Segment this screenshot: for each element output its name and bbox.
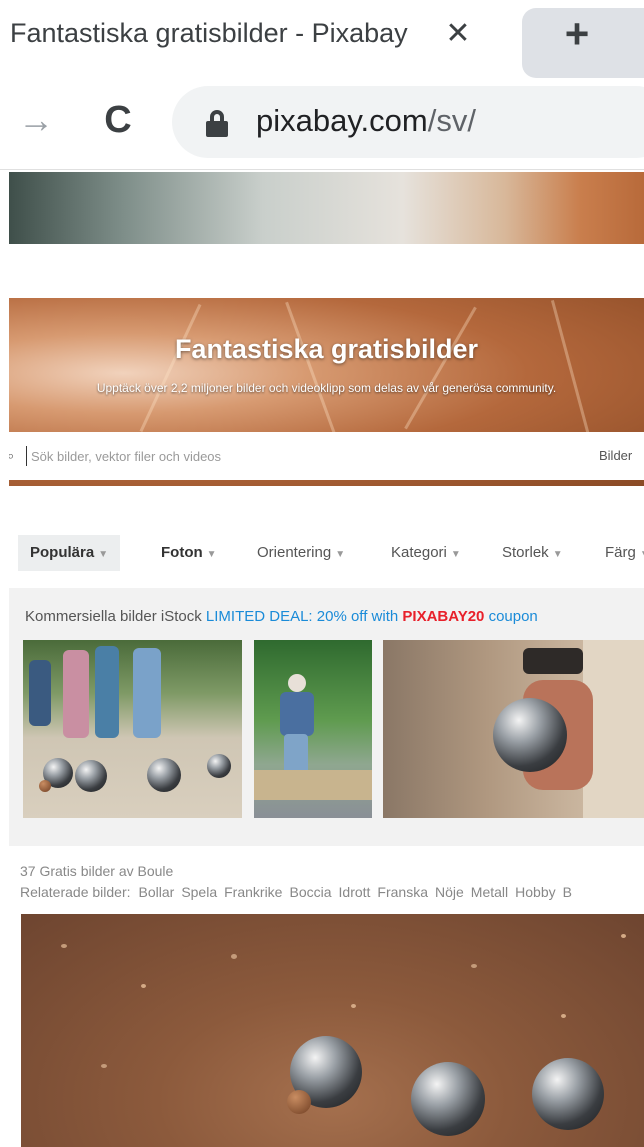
istock-thumbnail[interactable]	[23, 640, 242, 818]
related-tag[interactable]: Nöje	[435, 884, 464, 900]
filter-color[interactable]: Färg ▼	[605, 535, 644, 571]
tab-title: Fantastiska gratisbilder - Pixabay	[10, 18, 408, 48]
new-tab-icon[interactable]: +	[555, 12, 599, 56]
istock-thumbnail[interactable]	[254, 640, 372, 818]
istock-thumbnail[interactable]	[383, 640, 644, 818]
related-tag[interactable]: Frankrike	[224, 884, 282, 900]
tab-close-icon[interactable]: ✕	[440, 14, 476, 54]
filter-orientation[interactable]: Orientering ▼	[257, 535, 345, 571]
filter-photos[interactable]: Foton ▼	[161, 535, 217, 571]
caret-down-icon: ▼	[335, 549, 346, 560]
filter-popular[interactable]: Populära ▼	[18, 535, 121, 571]
search-type-select[interactable]: Bilder	[599, 448, 632, 463]
caret-down-icon: ▼	[450, 549, 461, 560]
related-label: Relaterade bilder:	[20, 884, 131, 900]
filter-color-label: Färg	[605, 544, 636, 561]
browser-tab[interactable]: Fantastiska gratisbilder - Pixabay ✕	[0, 0, 520, 78]
istock-promo-text[interactable]: Kommersiella bilder iStock LIMITED DEAL:…	[25, 608, 538, 625]
istock-promo: Kommersiella bilder iStock LIMITED DEAL:…	[9, 588, 644, 846]
hero-title: Fantastiska gratisbilder	[174, 334, 479, 364]
top-banner-image	[9, 172, 644, 244]
istock-coupon-code[interactable]: PIXABAY20	[402, 608, 484, 625]
istock-prefix: Kommersiella bilder iStock	[25, 608, 202, 625]
related-tag[interactable]: Boccia	[289, 884, 331, 900]
caret-down-icon: ▼	[552, 549, 563, 560]
related-tag[interactable]: Metall	[471, 884, 508, 900]
istock-coupon-link[interactable]: coupon	[489, 608, 538, 625]
related-tag[interactable]: Spela	[181, 884, 217, 900]
filter-popular-label: Populära	[30, 544, 95, 561]
filter-size[interactable]: Storlek ▼	[502, 535, 563, 571]
browser-toolbar: → C pixabay.com/sv/	[0, 78, 644, 170]
search-input[interactable]	[29, 443, 469, 469]
hero-subtitle: Upptäck över 2,2 miljoner bilder och vid…	[96, 381, 557, 395]
caret-down-icon: ▼	[98, 549, 109, 560]
text-cursor	[26, 446, 27, 466]
filter-category-label: Kategori	[391, 544, 447, 561]
search-icon[interactable]: ⌕	[9, 448, 21, 464]
istock-deal-link[interactable]: LIMITED DEAL: 20% off with	[206, 608, 398, 625]
url-path: /sv/	[427, 103, 476, 138]
result-image[interactable]	[21, 914, 644, 1147]
url-text[interactable]: pixabay.com/sv/	[256, 103, 476, 139]
filter-orientation-label: Orientering	[257, 544, 332, 561]
filter-size-label: Storlek	[502, 544, 549, 561]
caret-down-icon: ▼	[640, 549, 644, 560]
related-tag[interactable]: B	[563, 884, 572, 900]
url-host: pixabay.com	[256, 103, 428, 138]
reload-icon[interactable]: C	[96, 98, 140, 142]
caret-down-icon: ▼	[206, 549, 217, 560]
hero-section: Fantastiska gratisbilder Upptäck över 2,…	[9, 298, 644, 486]
result-count: 37 Gratis bilder av Boule	[20, 863, 174, 879]
search-bar[interactable]: ⌕ Bilder	[9, 432, 644, 480]
related-tag[interactable]: Idrott	[339, 884, 371, 900]
lock-icon[interactable]	[206, 110, 228, 137]
address-bar[interactable]: pixabay.com/sv/	[172, 86, 644, 158]
related-tag[interactable]: Bollar	[139, 884, 175, 900]
related-tag[interactable]: Hobby	[515, 884, 555, 900]
related-tags: Relaterade bilder: Bollar Spela Frankrike Bo…	[20, 884, 579, 900]
related-tag[interactable]: Franska	[377, 884, 428, 900]
filter-category[interactable]: Kategori ▼	[391, 535, 461, 571]
browser-tabbar: Fantastiska gratisbilder - Pixabay ✕ +	[0, 0, 644, 78]
filter-bar: Populära ▼ Foton ▼ Orientering ▼ Kategori ▼ …	[9, 535, 644, 573]
filter-photos-label: Foton	[161, 544, 203, 561]
forward-icon[interactable]: →	[14, 98, 58, 142]
